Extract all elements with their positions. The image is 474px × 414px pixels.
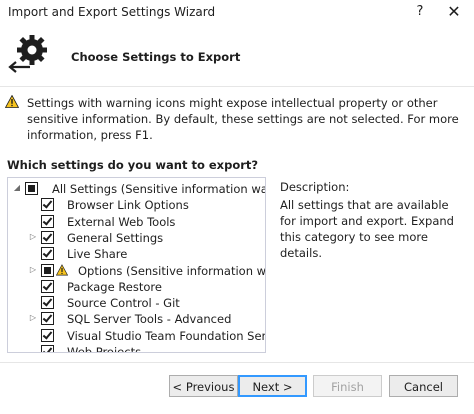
tree-item-checkbox[interactable] [41, 230, 54, 244]
description-title: Description: [280, 180, 350, 194]
finish-button[interactable]: Finish [313, 375, 382, 397]
page-title: Choose Settings to Export [71, 50, 241, 64]
tree-item[interactable]: ◢ All Settings (Sensitive information war… [8, 181, 265, 197]
warning-icon [5, 95, 19, 108]
title-bar: Import and Export Settings Wizard ? ✕ [0, 0, 474, 26]
tree-item-checkbox[interactable] [41, 345, 54, 352]
tree-item-label: Browser Link Options [67, 198, 189, 213]
tree-item[interactable]: Browser Link Options [8, 197, 265, 213]
tree-item-checkbox[interactable] [41, 312, 54, 326]
tree-item[interactable]: Package Restore [8, 279, 265, 295]
tree-item-label: Package Restore [67, 279, 162, 294]
tree-item-label: External Web Tools [67, 214, 176, 229]
tree-item-checkbox[interactable] [41, 214, 54, 228]
tree-item[interactable]: Live Share [8, 246, 265, 262]
tree-item-label: All Settings (Sensitive information warn… [52, 182, 265, 196]
settings-tree[interactable]: ◢ All Settings (Sensitive information war… [7, 177, 266, 353]
tree-item-checkbox[interactable] [41, 328, 54, 342]
close-button[interactable]: ✕ [444, 2, 464, 22]
tree-item-label: General Settings [67, 230, 164, 245]
tree-item[interactable]: ▷ SQL Server Tools - Advanced [8, 311, 265, 327]
tree-item[interactable]: ▷ Options (Sensitive information warning) [8, 263, 265, 279]
warning-banner-text: Settings with warning icons might expose… [27, 96, 459, 142]
tree-item-label: Options (Sensitive information warning) [78, 263, 266, 278]
tree-item-label: SQL Server Tools - Advanced [67, 312, 232, 327]
expand-arrow-icon[interactable]: ▷ [28, 312, 38, 324]
help-button[interactable]: ? [412, 2, 428, 22]
tree-item[interactable]: Web Projects [8, 344, 265, 353]
expand-arrow-icon[interactable]: ▷ [28, 264, 38, 276]
tree-item-checkbox[interactable] [41, 279, 54, 293]
export-settings-gear-icon [8, 35, 47, 73]
tree-item[interactable]: Visual Studio Team Foundation Server [8, 328, 265, 344]
divider [0, 362, 474, 363]
tree-item-checkbox[interactable] [25, 182, 38, 195]
next-button[interactable]: Next > [238, 375, 307, 397]
tree-item-checkbox[interactable] [41, 263, 54, 277]
tree-item[interactable]: External Web Tools [8, 214, 265, 230]
divider [0, 86, 474, 87]
tree-item-checkbox[interactable] [41, 247, 54, 261]
expand-arrow-icon[interactable]: ▷ [28, 231, 38, 243]
description-text: All settings that are available for impo… [280, 198, 454, 260]
tree-item-label: Source Control - Git [67, 296, 180, 311]
collapse-arrow-icon[interactable]: ◢ [12, 182, 22, 194]
tree-item[interactable]: Source Control - Git [8, 295, 265, 311]
tree-item[interactable]: ▷ General Settings [8, 230, 265, 246]
tree-item-label: Visual Studio Team Foundation Server [67, 328, 266, 343]
window-title: Import and Export Settings Wizard [8, 5, 216, 19]
previous-button[interactable]: < Previous [169, 375, 238, 397]
tree-item-checkbox[interactable] [41, 198, 54, 212]
settings-question: Which settings do you want to export? [7, 158, 259, 172]
tree-item-label: Web Projects [67, 345, 142, 353]
tree-item-checkbox[interactable] [41, 296, 54, 310]
tree-item-label: Live Share [67, 247, 128, 262]
cancel-button[interactable]: Cancel [389, 375, 458, 397]
warning-icon [56, 263, 68, 275]
